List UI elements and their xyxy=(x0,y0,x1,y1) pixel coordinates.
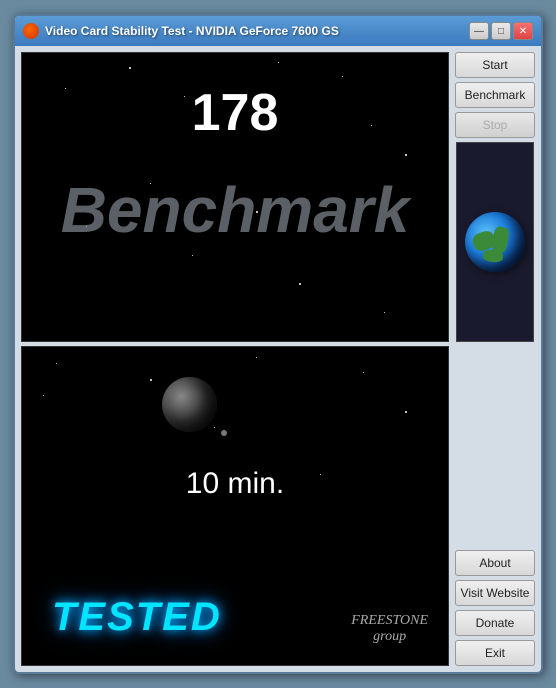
benchmark-canvas: 178 Benchmark xyxy=(21,52,449,342)
app-icon xyxy=(23,23,39,39)
window-content: 178 Benchmark 10 min. TESTED xyxy=(15,46,541,672)
star xyxy=(405,411,407,413)
about-button[interactable]: About xyxy=(455,550,535,576)
benchmark-score: 178 xyxy=(22,83,448,143)
star xyxy=(405,154,407,156)
exit-button[interactable]: Exit xyxy=(455,640,535,666)
earth-land-2 xyxy=(491,226,510,253)
star xyxy=(299,283,301,285)
timer-display: 10 min. xyxy=(22,467,448,501)
main-window: Video Card Stability Test - NVIDIA GeFor… xyxy=(13,14,543,674)
tested-label: TESTED xyxy=(52,595,222,640)
moon-shape xyxy=(162,377,217,432)
earth-land-3 xyxy=(483,249,504,263)
star xyxy=(363,372,364,373)
start-button[interactable]: Start xyxy=(455,52,535,78)
close-button[interactable]: ✕ xyxy=(513,22,533,40)
left-panel: 178 Benchmark 10 min. TESTED xyxy=(21,52,449,666)
benchmark-label: Benchmark xyxy=(22,173,448,247)
freestone-label: FREESTONE group xyxy=(351,613,428,645)
star xyxy=(43,395,44,396)
donate-button[interactable]: Donate xyxy=(455,610,535,636)
stop-button[interactable]: Stop xyxy=(455,112,535,138)
bottom-buttons: About Visit Website Donate Exit xyxy=(455,550,535,666)
star xyxy=(192,255,193,256)
visit-website-button[interactable]: Visit Website xyxy=(455,580,535,606)
earth-display xyxy=(456,142,534,342)
test-canvas: 10 min. TESTED FREESTONE group xyxy=(21,346,449,666)
star xyxy=(278,62,279,63)
maximize-button[interactable]: □ xyxy=(491,22,511,40)
right-panel: Start Benchmark Stop About Visit Website… xyxy=(455,52,535,666)
star xyxy=(150,379,152,381)
star xyxy=(256,357,257,358)
star xyxy=(384,312,385,313)
earth-globe xyxy=(465,212,525,272)
top-buttons: Start Benchmark Stop xyxy=(455,52,535,138)
moon-display xyxy=(162,377,217,432)
star xyxy=(342,76,343,77)
minimize-button[interactable]: — xyxy=(469,22,489,40)
star xyxy=(56,363,57,364)
window-controls: — □ ✕ xyxy=(469,22,533,40)
star xyxy=(129,67,131,69)
benchmark-button[interactable]: Benchmark xyxy=(455,82,535,108)
window-title: Video Card Stability Test - NVIDIA GeFor… xyxy=(45,24,469,38)
title-bar: Video Card Stability Test - NVIDIA GeFor… xyxy=(15,16,541,46)
